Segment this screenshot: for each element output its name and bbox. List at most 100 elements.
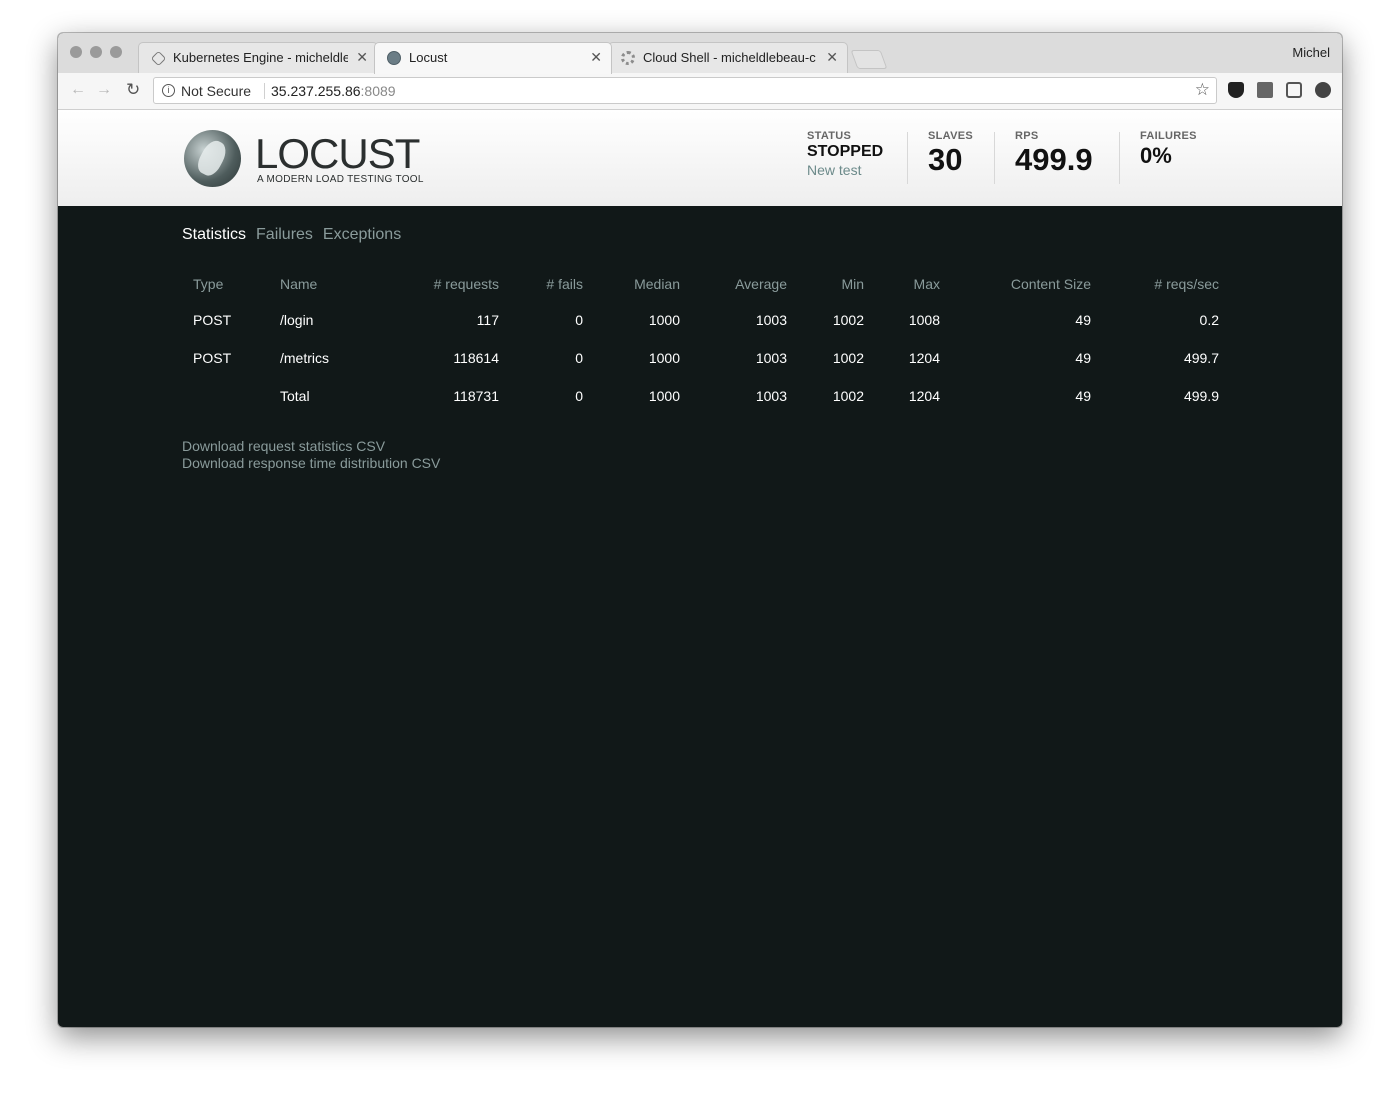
url-port: :8089 (360, 83, 396, 99)
tab-exceptions[interactable]: Exceptions (323, 226, 401, 243)
table-header-row: Type Name # requests # fails Median Aver… (182, 267, 1219, 301)
table-total-row: Total 118731 0 1000 1003 1002 1204 49 49… (182, 377, 1219, 415)
column-header[interactable]: Content Size (940, 267, 1091, 301)
url-text[interactable]: 35.237.255.86:8089 (271, 83, 396, 99)
tab-kubernetes-engine[interactable]: Kubernetes Engine - micheldle ✕ (138, 42, 378, 73)
minimize-window-button[interactable] (90, 46, 102, 58)
table-cell: 0 (575, 350, 583, 366)
ublock-extension-icon[interactable] (1228, 82, 1244, 98)
table-cell: 499.9 (1183, 388, 1219, 404)
profile-name[interactable]: Michel (1292, 45, 1330, 60)
table-cell: 1204 (908, 388, 940, 404)
table-cell: POST (193, 312, 232, 328)
security-label[interactable]: Not Secure (181, 83, 251, 99)
chrome-extension-icon[interactable] (1315, 82, 1331, 98)
extension-icon[interactable] (1257, 82, 1273, 98)
slaves-panel: SLAVES 30 (928, 130, 973, 177)
locust-logo-icon (184, 130, 241, 187)
table-cell: 1002 (832, 312, 864, 328)
kubernetes-icon (150, 50, 167, 67)
table-cell: 0 (575, 312, 583, 328)
browser-toolbar: ← → ↻ i Not Secure 35.237.255.86:8089 ☆ (58, 73, 1342, 110)
reload-icon[interactable]: ↻ (126, 80, 140, 100)
column-header[interactable]: Min (787, 267, 864, 301)
column-header[interactable]: # fails (499, 267, 583, 301)
column-header[interactable]: # requests (390, 267, 499, 301)
rps-panel: RPS 499.9 (1015, 130, 1093, 177)
table-row: POST /login 117 0 1000 1003 1002 1008 49… (182, 301, 1219, 339)
table-cell: Total (280, 388, 310, 404)
table-cell: 0 (575, 388, 583, 404)
table-cell: 118614 (453, 350, 499, 366)
back-arrow-icon[interactable]: ← (70, 81, 86, 99)
info-icon[interactable]: i (162, 84, 175, 97)
rps-value: 499.9 (1015, 142, 1093, 177)
table-cell (182, 377, 280, 415)
table-cell: /login (280, 312, 314, 328)
new-test-link[interactable]: New test (807, 162, 883, 178)
divider (907, 132, 908, 184)
zoom-window-button[interactable] (110, 46, 122, 58)
tab-strip: Kubernetes Engine - micheldle ✕ Locust ✕… (58, 33, 1342, 74)
column-header[interactable]: Average (680, 267, 787, 301)
forward-arrow-icon[interactable]: → (96, 81, 112, 99)
browser-window: Kubernetes Engine - micheldle ✕ Locust ✕… (58, 33, 1342, 1027)
divider (994, 132, 995, 184)
close-window-button[interactable] (70, 46, 82, 58)
tab-title: Kubernetes Engine - micheldle (173, 50, 348, 65)
table-cell: 49 (1075, 350, 1091, 366)
table-row: POST /metrics 118614 0 1000 1003 1002 12… (182, 339, 1219, 377)
close-tab-icon[interactable]: ✕ (590, 49, 602, 66)
tab-locust[interactable]: Locust ✕ (374, 42, 612, 74)
status-label: STATUS (807, 130, 852, 142)
status-panel: STATUS STOPPED New test (807, 130, 883, 178)
slaves-label: SLAVES (928, 130, 973, 142)
table-cell: 1008 (908, 312, 940, 328)
new-tab-button[interactable] (850, 50, 888, 69)
table-cell: 0.2 (1199, 312, 1219, 328)
column-header[interactable]: Name (280, 267, 390, 301)
table-cell: 49 (1075, 312, 1091, 328)
failures-panel: FAILURES 0% (1140, 130, 1197, 169)
close-tab-icon[interactable]: ✕ (356, 49, 368, 66)
table-cell: 1003 (755, 312, 787, 328)
table-cell: /metrics (280, 350, 329, 366)
table-cell: 1002 (832, 350, 864, 366)
close-tab-icon[interactable]: ✕ (826, 49, 838, 66)
table-cell: 1000 (648, 388, 680, 404)
bookmark-star-icon[interactable]: ☆ (1195, 80, 1210, 100)
table-cell: 1002 (832, 388, 864, 404)
table-cell: POST (193, 350, 232, 366)
logo-title: LOCUST (255, 130, 420, 177)
column-header[interactable]: # reqs/sec (1091, 267, 1219, 301)
table-cell: 1003 (755, 350, 787, 366)
failures-label: FAILURES (1140, 130, 1197, 142)
tab-title: Locust (409, 50, 448, 65)
statistics-table: Type Name # requests # fails Median Aver… (182, 267, 1219, 415)
logo-subtitle: A MODERN LOAD TESTING TOOL (257, 174, 424, 185)
tab-title: Cloud Shell - micheldlebeau-c (643, 50, 816, 65)
table-cell: 1000 (648, 312, 680, 328)
table-cell: 118731 (453, 388, 499, 404)
download-request-stats-link[interactable]: Download request statistics CSV (182, 438, 385, 454)
download-response-dist-link[interactable]: Download response time distribution CSV (182, 455, 440, 471)
tab-cloud-shell[interactable]: Cloud Shell - micheldlebeau-c ✕ (608, 42, 848, 73)
divider (1119, 132, 1120, 184)
locust-header: LOCUST A MODERN LOAD TESTING TOOL STATUS… (58, 110, 1342, 206)
slaves-value: 30 (928, 142, 963, 177)
omnibox-divider (264, 83, 265, 99)
pocket-extension-icon[interactable] (1286, 82, 1302, 98)
column-header[interactable]: Median (583, 267, 680, 301)
table-cell: 49 (1075, 388, 1091, 404)
content-tabs: Statistics Failures Exceptions (182, 226, 411, 244)
address-bar[interactable]: i Not Secure 35.237.255.86:8089 ☆ (153, 77, 1217, 104)
table-cell: 1204 (908, 350, 940, 366)
table-cell: 499.7 (1183, 350, 1219, 366)
tab-statistics[interactable]: Statistics (182, 226, 246, 243)
column-header[interactable]: Type (182, 267, 280, 301)
failures-value: 0% (1140, 143, 1172, 168)
table-cell: 1000 (648, 350, 680, 366)
globe-icon (387, 51, 401, 65)
tab-failures[interactable]: Failures (256, 226, 313, 243)
column-header[interactable]: Max (864, 267, 940, 301)
